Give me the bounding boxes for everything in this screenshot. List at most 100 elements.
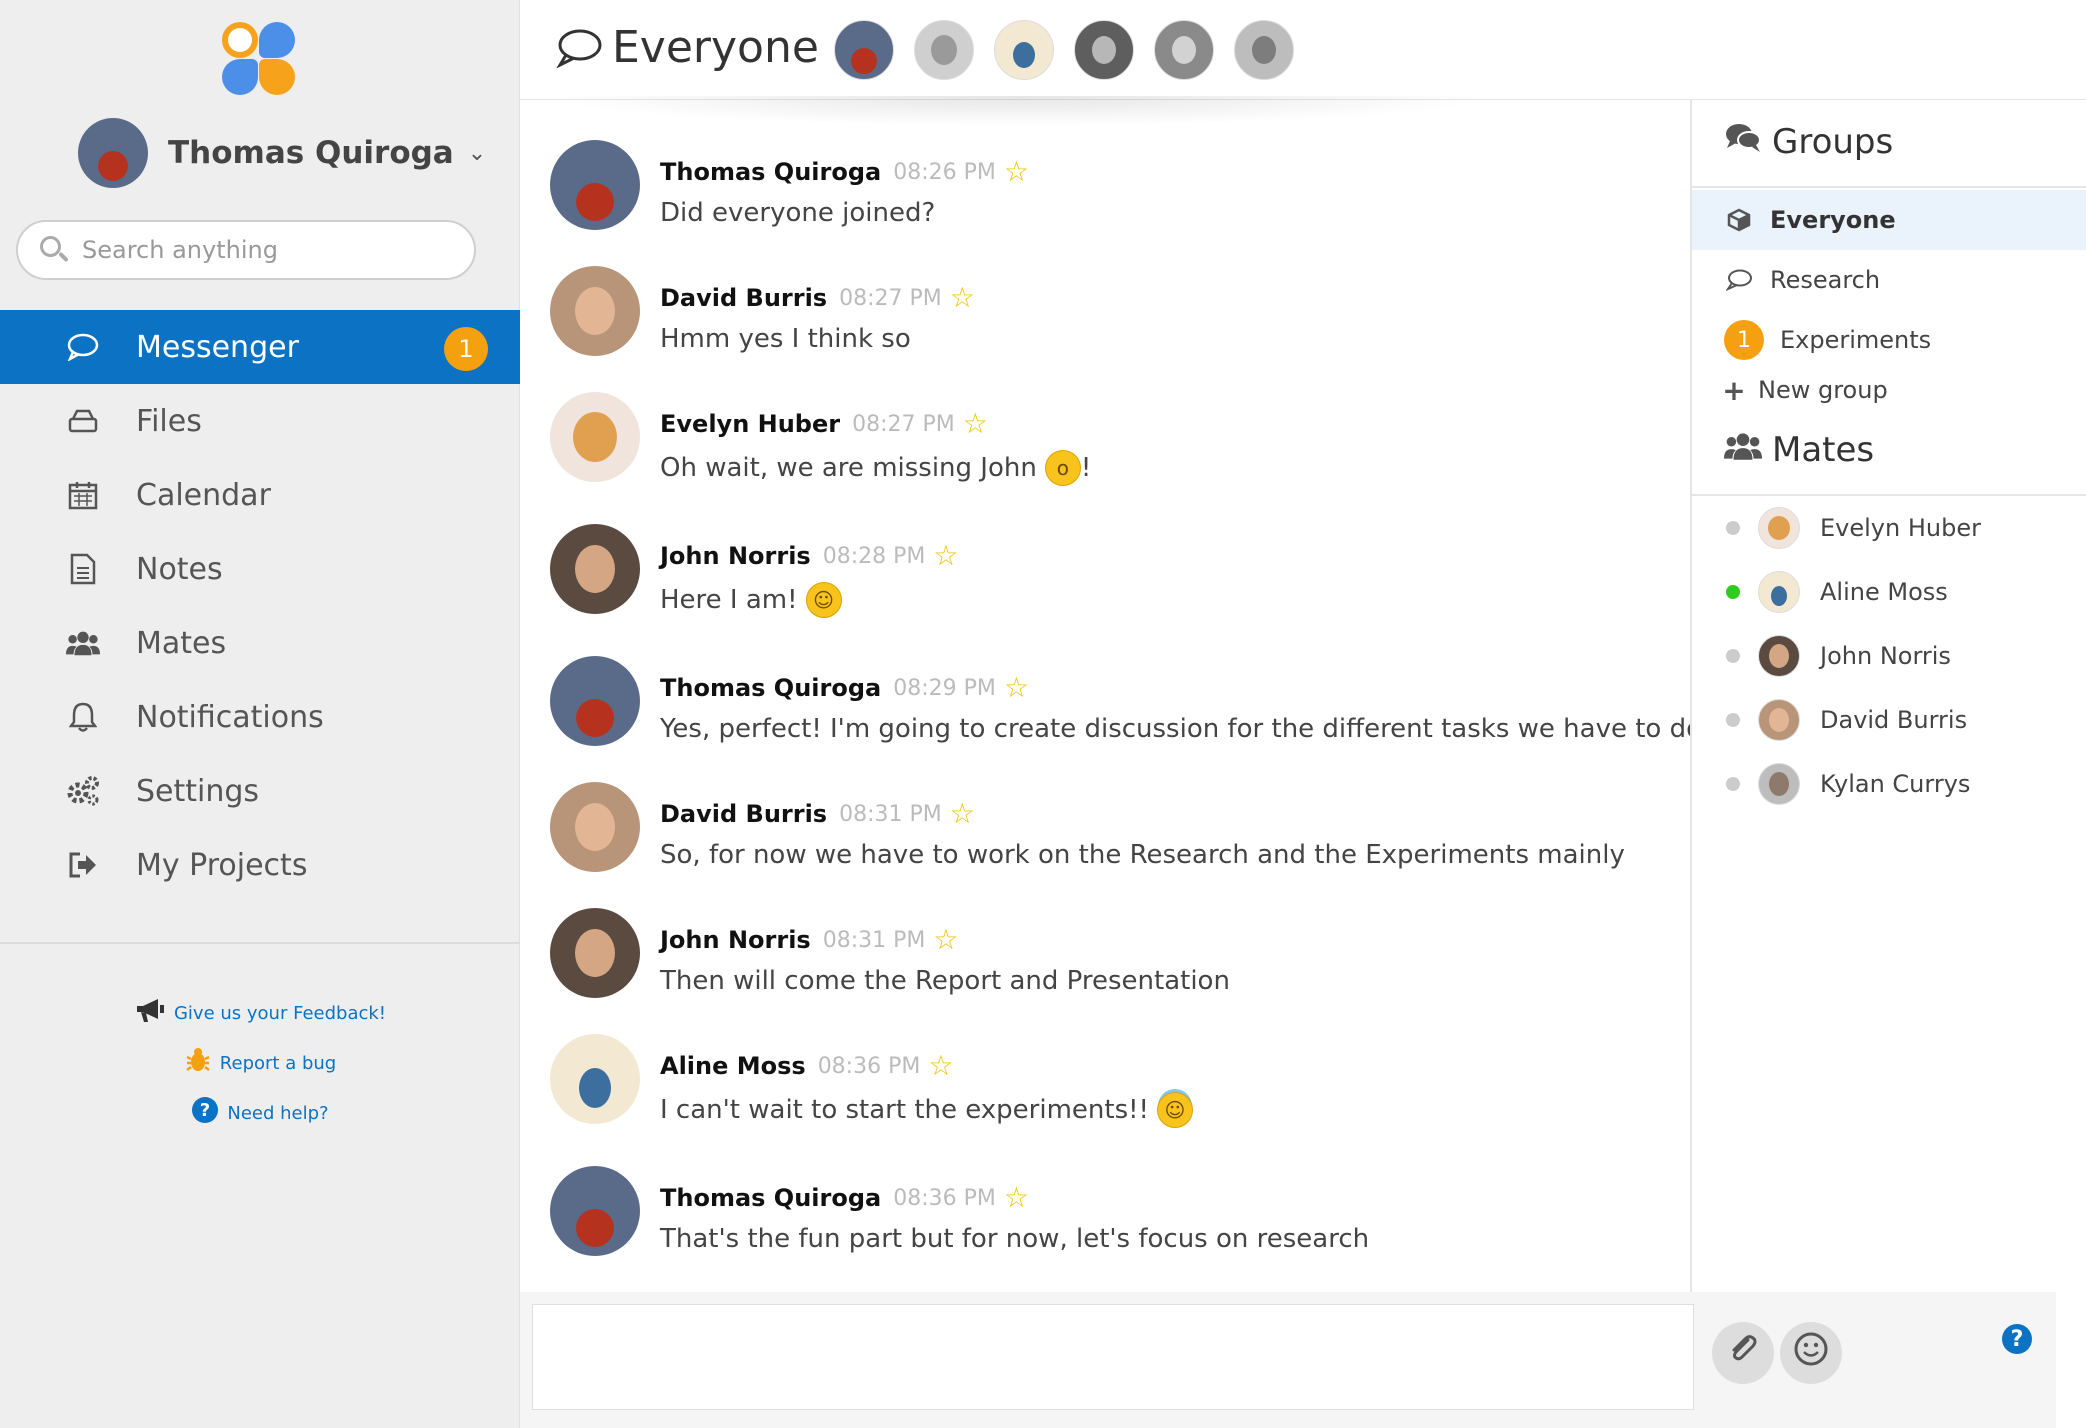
message-author[interactable]: Thomas Quiroga [660, 158, 881, 186]
message-author[interactable]: John Norris [660, 542, 811, 570]
star-icon[interactable]: ☆ [1004, 158, 1029, 186]
mate-item[interactable]: Aline Moss [1692, 562, 2086, 622]
message-avatar[interactable] [550, 656, 640, 746]
message-avatar[interactable] [550, 1034, 640, 1124]
message-avatar[interactable] [550, 782, 640, 872]
mate-item[interactable]: David Burris [1692, 690, 2086, 750]
users-icon [1724, 431, 1762, 469]
status-dot-offline [1726, 521, 1740, 535]
message-author[interactable]: John Norris [660, 926, 811, 954]
star-icon[interactable]: ☆ [928, 1052, 953, 1080]
mate-item[interactable]: Evelyn Huber [1692, 498, 2086, 558]
plus-icon: + [1722, 373, 1746, 407]
message-list: Thomas Quiroga 08:26 PM ☆ Did everyone j… [520, 100, 1702, 1290]
app-logo[interactable] [222, 22, 296, 96]
new-group-button[interactable]: + New group [1692, 360, 2086, 420]
mate-name: John Norris [1820, 642, 1951, 670]
report-bug-link[interactable]: Report a bug [0, 1038, 520, 1088]
star-icon[interactable]: ☆ [933, 926, 958, 954]
group-item-everyone[interactable]: Everyone [1692, 190, 2086, 250]
emoji-button[interactable] [1780, 1322, 1842, 1384]
message-time: 08:26 PM [893, 159, 996, 185]
message-time: 08:29 PM [893, 675, 996, 701]
status-dot-online [1726, 585, 1740, 599]
mate-name: Kylan Currys [1820, 770, 1971, 798]
mate-name: David Burris [1820, 706, 1968, 734]
nav-item-calendar[interactable]: Calendar [0, 458, 520, 532]
feedback-link[interactable]: Give us your Feedback! [0, 988, 520, 1038]
star-icon[interactable]: ☆ [950, 800, 975, 828]
chat-bubble-icon [556, 29, 602, 68]
star-icon[interactable]: ☆ [1004, 674, 1029, 702]
message-author[interactable]: Thomas Quiroga [660, 1184, 881, 1212]
chat-bubble-icon [66, 330, 100, 364]
star-icon[interactable]: ☆ [933, 542, 958, 570]
nav-item-mates[interactable]: Mates [0, 606, 520, 680]
mate-item[interactable]: John Norris [1692, 626, 2086, 686]
conversation-header: Everyone [520, 0, 2086, 100]
nav-label: My Projects [136, 847, 308, 883]
participant-avatar-david[interactable] [1154, 20, 1214, 80]
mate-avatar [1758, 507, 1800, 549]
participant-avatar-john[interactable] [1074, 20, 1134, 80]
status-dot-offline [1726, 713, 1740, 727]
message-author[interactable]: Evelyn Huber [660, 410, 840, 438]
help-icon[interactable]: ? [2002, 1324, 2032, 1354]
message-author[interactable]: Thomas Quiroga [660, 674, 881, 702]
message: John Norris 08:31 PM ☆ Then will come th… [550, 908, 1230, 1018]
groups-divider [1692, 186, 2086, 188]
message-author[interactable]: Aline Moss [660, 1052, 806, 1080]
participant-avatar-aline[interactable] [994, 20, 1054, 80]
search-input[interactable] [82, 236, 462, 264]
message-avatar[interactable] [550, 140, 640, 230]
sidebar: Thomas Quiroga ⌄ Messenger 1 Files Calen… [0, 0, 520, 1428]
message-input[interactable] [533, 1305, 1693, 1409]
message-author[interactable]: David Burris [660, 800, 827, 828]
nav-label: Settings [136, 773, 260, 809]
star-icon[interactable]: ☆ [963, 410, 988, 438]
nav-item-settings[interactable]: Settings [0, 754, 520, 828]
message-time: 08:27 PM [839, 285, 942, 311]
message-avatar[interactable] [550, 392, 640, 482]
nav-item-notifications[interactable]: Notifications [0, 680, 520, 754]
group-label: Research [1770, 266, 1881, 294]
message: Aline Moss 08:36 PM ☆ I can't wait to st… [550, 1034, 1193, 1144]
bell-icon [66, 700, 100, 734]
message-avatar[interactable] [550, 266, 640, 356]
group-item-research[interactable]: Research [1692, 250, 2086, 310]
nav-item-my-projects[interactable]: My Projects [0, 828, 520, 902]
document-icon [66, 552, 100, 586]
question-circle-icon: ? [191, 1096, 219, 1131]
message-text: That's the fun part but for now, let's f… [660, 1224, 1370, 1254]
participant-avatar-thomas[interactable] [834, 20, 894, 80]
user-menu[interactable]: Thomas Quiroga ⌄ [78, 118, 486, 188]
message-author[interactable]: David Burris [660, 284, 827, 312]
star-icon[interactable]: ☆ [950, 284, 975, 312]
participant-avatars [834, 20, 1314, 80]
message-avatar[interactable] [550, 908, 640, 998]
mate-item[interactable]: Kylan Currys [1692, 754, 2086, 814]
nav-item-notes[interactable]: Notes [0, 532, 520, 606]
message: Thomas Quiroga 08:36 PM ☆ That's the fun… [550, 1166, 1369, 1276]
nav-item-messenger[interactable]: Messenger 1 [0, 310, 520, 384]
main-nav: Messenger 1 Files Calendar Notes Mates N… [0, 310, 520, 902]
drive-icon [66, 404, 100, 438]
mate-avatar [1758, 763, 1800, 805]
chevron-down-icon[interactable]: ⌄ [468, 141, 486, 166]
nav-label: Calendar [136, 477, 271, 513]
nav-label: Files [136, 403, 202, 439]
star-icon[interactable]: ☆ [1004, 1184, 1029, 1212]
participant-avatar-evelyn[interactable] [914, 20, 974, 80]
need-help-link[interactable]: ? Need help? [0, 1088, 520, 1138]
message-text: Here I am! [660, 585, 798, 615]
participant-avatar-kylan[interactable] [1234, 20, 1294, 80]
message-avatar[interactable] [550, 1166, 640, 1256]
message-text: Yes, perfect! I'm going to create discus… [660, 714, 1703, 744]
attach-button[interactable] [1712, 1322, 1774, 1384]
angel-emoji-icon: ☺ [1156, 1092, 1193, 1128]
message-avatar[interactable] [550, 524, 640, 614]
paperclip-icon [1726, 1332, 1760, 1374]
nav-label: Notes [136, 551, 223, 587]
nav-item-files[interactable]: Files [0, 384, 520, 458]
conversation-title-text: Everyone [612, 22, 819, 73]
